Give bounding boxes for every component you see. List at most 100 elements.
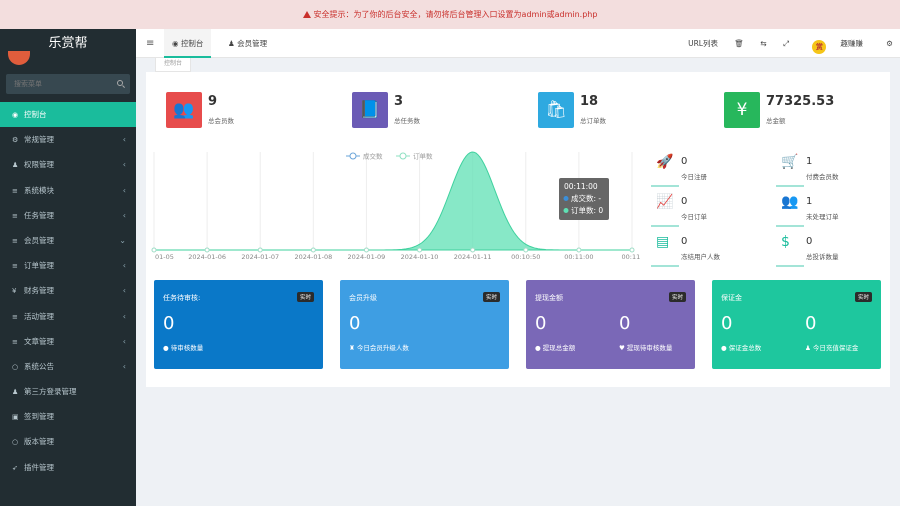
stat-value: 77325.53 bbox=[766, 94, 835, 109]
chevron-icon: ‹ bbox=[122, 135, 126, 145]
x-tick-label: 00:10:50 bbox=[511, 253, 540, 261]
comment-icon: ○ bbox=[12, 362, 19, 371]
card-title: 保证金 bbox=[721, 294, 742, 302]
sidebar-item-12[interactable]: ▣ 签到管理 bbox=[0, 404, 136, 429]
sidebar-item-3[interactable]: ≡ 系统模块 ‹ bbox=[0, 178, 136, 203]
stat-icon: ● bbox=[535, 344, 541, 352]
menu-toggle-icon[interactable]: ≡ bbox=[146, 38, 154, 49]
search-icon[interactable] bbox=[117, 80, 123, 86]
alert-text: 安全提示：为了你的后台安全，请勿将后台管理入口设置为admin或admin.ph… bbox=[313, 10, 598, 19]
sidebar-item-label: 权限管理 bbox=[24, 160, 54, 170]
card-value: 0 bbox=[163, 313, 175, 334]
card-value: 0 bbox=[721, 313, 733, 334]
sidebar-item-0[interactable]: ◉ 控制台 bbox=[0, 102, 136, 128]
tooltip-marker bbox=[563, 196, 569, 201]
gears-icon: ⚙ bbox=[12, 136, 19, 145]
legend-label[interactable]: 订单数 bbox=[413, 152, 433, 161]
sidebar-item-1[interactable]: ⚙ 常规管理 ‹ bbox=[0, 127, 136, 152]
topbar-actions: URL列表 🗑 ⇆ ⤢ 赏 趣赚赚 ⚙ bbox=[681, 29, 900, 58]
card-value: 0 bbox=[619, 313, 631, 334]
sidebar-menu: ◉ 控制台 ⚙ 常规管理 ‹ ♟ 权限管理 ‹ ≡ 系统模块 ‹ ≡ 任务管理 ‹ ≡ 会员管理 ⌄ ≡ 订单管理 ‹… bbox=[0, 102, 136, 480]
card-stat-label: ● 提现总金额 bbox=[535, 344, 576, 352]
x-tick-label: 00:11: bbox=[622, 253, 640, 261]
sidebar-item-13[interactable]: ○ 版本管理 bbox=[0, 429, 136, 454]
realtime-badge: 实时 bbox=[296, 292, 314, 302]
sidebar-item-label: 文章管理 bbox=[24, 336, 54, 346]
data-point bbox=[363, 247, 369, 253]
sidebar-item-label: 控制台 bbox=[24, 110, 47, 119]
chevron-icon: ‹ bbox=[122, 160, 126, 170]
realtime-badge: 实时 bbox=[482, 292, 500, 302]
tab-dashboard[interactable]: ◉ 控制台 bbox=[164, 29, 212, 58]
calendar-icon: ▣ bbox=[12, 413, 19, 422]
menu-search-input[interactable] bbox=[6, 74, 130, 94]
sidebar-item-4[interactable]: ≡ 任务管理 ‹ bbox=[0, 203, 136, 228]
sidebar-item-10[interactable]: ○ 系统公告 ‹ bbox=[0, 354, 136, 379]
summary-card: 任务待审核: 实时 0 ● 待审核数量 bbox=[154, 280, 323, 369]
logo: 乐赏帮 bbox=[0, 29, 136, 65]
dollar-icon: $ bbox=[781, 234, 790, 250]
x-tick-label: 2024-01-07 bbox=[241, 253, 279, 261]
list-alt-icon: ▤ bbox=[656, 234, 670, 250]
sidebar-item-14[interactable]: ➶ 插件管理 bbox=[0, 455, 136, 480]
security-alert: 安全提示：为了你的后台安全，请勿将后台管理入口设置为admin或admin.ph… bbox=[0, 0, 900, 29]
stat-icon: ♟ bbox=[805, 344, 811, 352]
x-tick-label: 2024-01-11 bbox=[454, 253, 492, 261]
realtime-badge: 实时 bbox=[668, 292, 686, 302]
card-stat-label: ♜ 今日会员升级人数 bbox=[349, 344, 409, 352]
sidebar-item-label: 第三方登录管理 bbox=[24, 387, 77, 397]
tooltip-text: 成交数: - bbox=[571, 193, 601, 203]
sidebar-item-7[interactable]: ¥ 财务管理 ‹ bbox=[0, 278, 136, 303]
sidebar-item-6[interactable]: ≡ 订单管理 ‹ bbox=[0, 253, 136, 278]
dashboard-icon: ◉ bbox=[172, 39, 179, 48]
chevron-icon: ‹ bbox=[122, 311, 126, 321]
card-stat-label: ♟ 今日充值保证金 bbox=[805, 344, 859, 352]
card-stat-label: ● 待审核数量 bbox=[163, 344, 204, 352]
mini-stat-label: 付费会员数 bbox=[806, 173, 839, 181]
sidebar-item-label: 会员管理 bbox=[24, 235, 54, 245]
sidebar-item-8[interactable]: ≡ 活动管理 ‹ bbox=[0, 304, 136, 329]
sidebar-item-9[interactable]: ≡ 文章管理 ‹ bbox=[0, 329, 136, 354]
data-point bbox=[576, 247, 582, 253]
legend-label[interactable]: 成交数 bbox=[363, 152, 383, 161]
data-point bbox=[470, 247, 476, 253]
list-icon: ≡ bbox=[12, 186, 18, 195]
stat-icon: ♥ bbox=[619, 344, 625, 352]
trash-icon[interactable]: 🗑 bbox=[734, 29, 744, 58]
sidebar-item-label: 财务管理 bbox=[24, 286, 54, 296]
tab-members[interactable]: ♟ 会员管理 bbox=[220, 29, 275, 58]
user-menu[interactable]: 赏 趣赚赚 bbox=[805, 29, 870, 58]
card-title: 会员升级 bbox=[349, 294, 377, 302]
shopping-bag-icon: 🛍 bbox=[538, 92, 574, 128]
breadcrumb-tab[interactable]: 控制台 bbox=[155, 58, 192, 72]
mini-stat-value: 0 bbox=[681, 156, 688, 167]
x-tick-label: 01-05 bbox=[155, 253, 174, 261]
chevron-icon: ‹ bbox=[122, 336, 126, 346]
fullscreen-icon[interactable]: ⤢ bbox=[783, 29, 789, 58]
cart-icon: 🛒 bbox=[781, 154, 799, 170]
stat-label: 总金额 bbox=[766, 117, 786, 125]
sidebar-item-2[interactable]: ♟ 权限管理 ‹ bbox=[0, 152, 136, 177]
translate-icon[interactable]: ⇆ bbox=[760, 29, 766, 58]
mini-stat: $0 总投诉数量 bbox=[776, 232, 856, 267]
sidebar-item-label: 插件管理 bbox=[24, 462, 54, 472]
stat-label: 总任务数 bbox=[394, 117, 420, 125]
sidebar-item-11[interactable]: ♟ 第三方登录管理 bbox=[0, 379, 136, 404]
chevron-icon: ‹ bbox=[122, 261, 126, 271]
sidebar-item-5[interactable]: ≡ 会员管理 ⌄ bbox=[0, 228, 136, 253]
stat-value: 18 bbox=[580, 94, 599, 109]
stat-value: 9 bbox=[208, 94, 218, 109]
logo-text: 乐赏帮 bbox=[48, 36, 88, 51]
sidebar-search bbox=[6, 74, 130, 94]
circle-icon: ○ bbox=[12, 438, 19, 447]
dashboard-icon: ◉ bbox=[12, 111, 19, 119]
legend-marker bbox=[349, 152, 357, 160]
username: 趣赚赚 bbox=[840, 39, 863, 48]
settings-icon[interactable]: ⚙ bbox=[886, 29, 893, 58]
book-icon: 📘 bbox=[352, 92, 388, 128]
stat-icon: ● bbox=[721, 344, 727, 352]
card-title: 任务待审核: bbox=[163, 294, 201, 302]
mini-stat-label: 今日注册 bbox=[681, 173, 707, 181]
card-value: 0 bbox=[805, 313, 817, 334]
url-list-link[interactable]: URL列表 bbox=[688, 29, 718, 58]
